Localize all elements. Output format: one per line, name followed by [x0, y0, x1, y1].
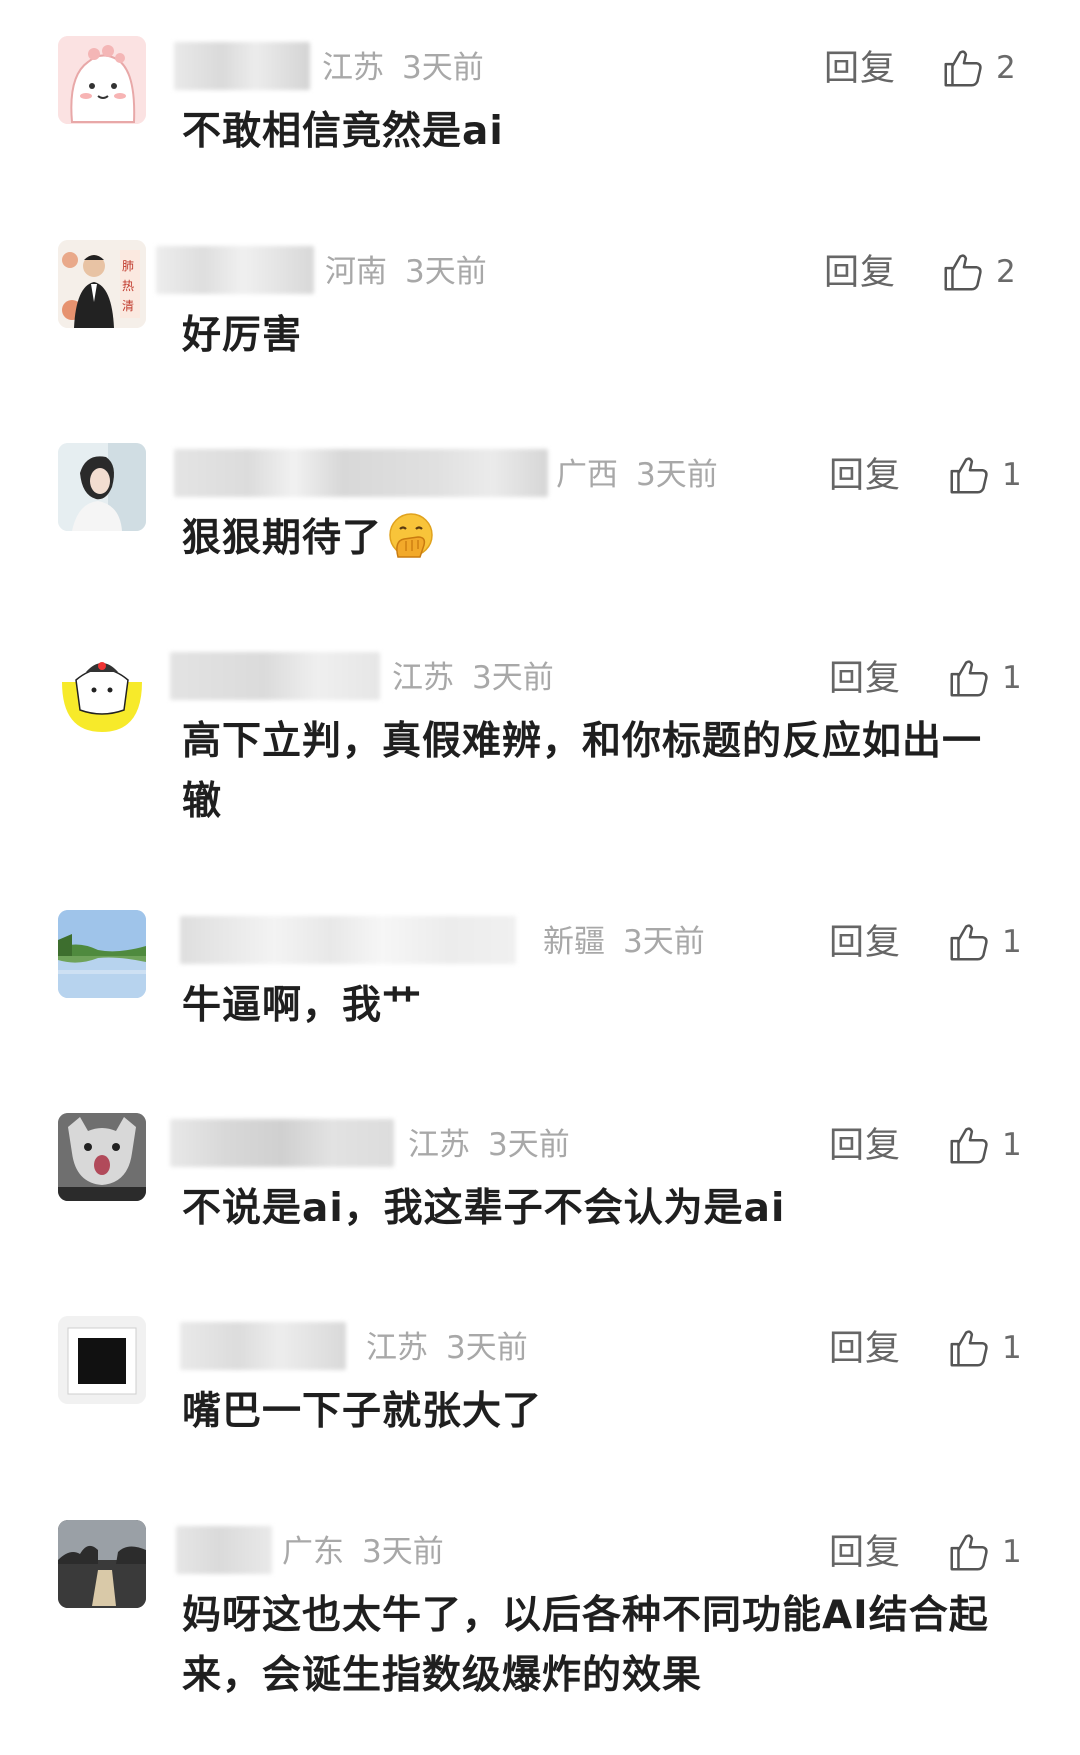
- lake-landscape-avatar-icon: [58, 910, 146, 998]
- location-label: 广东: [282, 1534, 344, 1570]
- like-count: 2: [996, 254, 1016, 290]
- time-label: 3天前: [623, 924, 705, 960]
- like-button[interactable]: 1: [946, 1117, 1022, 1173]
- comment-text-body: 狠狠期待了: [182, 516, 383, 561]
- comment-text: 好厉害: [182, 313, 303, 358]
- avatar[interactable]: [58, 443, 146, 531]
- comment-meta: 广西 3天前: [556, 451, 718, 499]
- like-count: 1: [1002, 1534, 1022, 1570]
- comment-meta: 河南 3天前: [325, 248, 487, 296]
- avatar[interactable]: 肺 热 清: [58, 240, 146, 328]
- reply-button[interactable]: 回复: [829, 1324, 901, 1374]
- username-blurred[interactable]: [170, 652, 380, 700]
- username-blurred[interactable]: [180, 916, 516, 964]
- comment-text: 不敢相信竟然是ai: [182, 109, 504, 154]
- avatar[interactable]: [58, 1113, 146, 1201]
- like-count: 1: [1002, 1330, 1022, 1366]
- like-count: 1: [1002, 660, 1022, 696]
- location-label: 江苏: [408, 1127, 470, 1163]
- location-label: 广西: [556, 457, 618, 493]
- like-button[interactable]: 2: [940, 40, 1016, 96]
- thumbs-up-icon: [944, 254, 982, 291]
- comment-text: 狠狠期待了: [182, 509, 1002, 569]
- comment-meta: 江苏 3天前: [392, 654, 554, 702]
- username-blurred[interactable]: [174, 42, 310, 90]
- svg-text:热: 热: [122, 279, 134, 293]
- username-blurred[interactable]: [180, 1322, 346, 1370]
- avatar[interactable]: [58, 1520, 146, 1608]
- comment-meta: 江苏 3天前: [322, 44, 484, 92]
- like-button[interactable]: 1: [946, 447, 1022, 503]
- hand-over-mouth-emoji-icon: [389, 513, 433, 558]
- comment-text: 妈呀这也太牛了，以后各种不同功能AI结合起来，会诞生指数级爆炸的效果: [182, 1593, 989, 1698]
- thumbs-up-icon: [950, 660, 988, 697]
- like-count: 1: [1002, 924, 1022, 960]
- comment-text: 嘴巴一下子就张大了: [182, 1389, 543, 1434]
- like-button[interactable]: 1: [946, 1320, 1022, 1376]
- black-square-avatar-icon: [58, 1316, 146, 1404]
- like-button[interactable]: 1: [946, 650, 1022, 706]
- cartoon-blob-avatar-icon: [58, 36, 146, 124]
- avatar[interactable]: [58, 910, 146, 998]
- reply-button[interactable]: 回复: [824, 44, 896, 94]
- comment-meta: 江苏 3天前: [408, 1121, 570, 1169]
- comment-text: 牛逼啊，我艹: [182, 983, 423, 1028]
- reply-button[interactable]: 回复: [829, 1121, 901, 1171]
- thumbs-up-icon: [950, 1534, 988, 1571]
- time-label: 3天前: [446, 1330, 528, 1366]
- avatar[interactable]: [58, 1316, 146, 1404]
- avatar[interactable]: [58, 646, 146, 734]
- yellow-cartoon-avatar-icon: [58, 646, 146, 734]
- location-label: 江苏: [366, 1330, 428, 1366]
- reply-button[interactable]: 回复: [829, 918, 901, 968]
- location-label: 河南: [325, 254, 387, 290]
- like-count: 2: [996, 50, 1016, 86]
- username-blurred[interactable]: [174, 449, 548, 497]
- location-label: 江苏: [322, 50, 384, 86]
- comment-meta: 江苏 3天前: [366, 1324, 528, 1372]
- thumbs-up-icon: [950, 924, 988, 961]
- girl-photo-avatar-icon: [58, 443, 146, 531]
- time-label: 3天前: [636, 457, 718, 493]
- username-blurred[interactable]: [156, 246, 314, 294]
- location-label: 江苏: [392, 660, 454, 696]
- man-in-suit-avatar-icon: 肺 热 清: [58, 240, 146, 328]
- time-label: 3天前: [402, 50, 484, 86]
- thumbs-up-icon: [950, 1127, 988, 1164]
- thumbs-up-icon: [950, 1330, 988, 1367]
- cat-meme-avatar-icon: [58, 1113, 146, 1201]
- comment-meta: 广东 3天前: [282, 1528, 444, 1576]
- username-blurred[interactable]: [176, 1526, 272, 1574]
- reply-button[interactable]: 回复: [824, 248, 896, 298]
- svg-text:肺: 肺: [122, 259, 134, 273]
- location-label: 新疆: [543, 924, 605, 960]
- dark-landscape-avatar-icon: [58, 1520, 146, 1608]
- reply-button[interactable]: 回复: [829, 1528, 901, 1578]
- reply-button[interactable]: 回复: [829, 451, 901, 501]
- comment-text: 高下立判，真假难辨，和你标题的反应如出一辙: [182, 719, 983, 824]
- time-label: 3天前: [405, 254, 487, 290]
- thumbs-up-icon: [944, 50, 982, 87]
- comment-text: 不说是ai，我这辈子不会认为是ai: [182, 1186, 786, 1231]
- like-count: 1: [1002, 457, 1022, 493]
- comment-meta: 新疆 3天前: [543, 918, 705, 966]
- username-blurred[interactable]: [170, 1119, 394, 1167]
- svg-text:清: 清: [122, 299, 134, 313]
- like-button[interactable]: 2: [940, 244, 1016, 300]
- time-label: 3天前: [488, 1127, 570, 1163]
- avatar[interactable]: [58, 36, 146, 124]
- like-button[interactable]: 1: [946, 1524, 1022, 1580]
- like-button[interactable]: 1: [946, 914, 1022, 970]
- time-label: 3天前: [472, 660, 554, 696]
- like-count: 1: [1002, 1127, 1022, 1163]
- thumbs-up-icon: [950, 457, 988, 494]
- time-label: 3天前: [362, 1534, 444, 1570]
- reply-button[interactable]: 回复: [829, 654, 901, 704]
- comment-list: 江苏 3天前 回复 2 不敢相信竟然是ai 肺 热 清 河南 3天前 回复 2 …: [0, 0, 1080, 1755]
